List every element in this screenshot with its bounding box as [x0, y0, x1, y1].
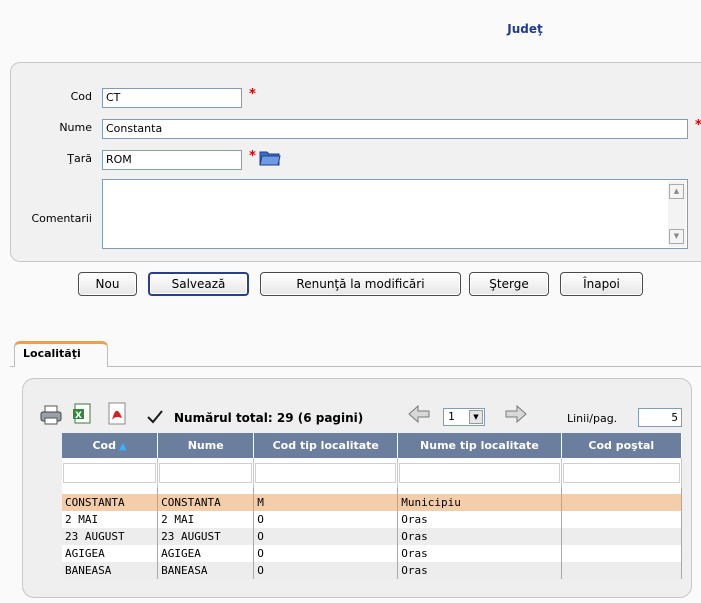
renunta-button[interactable]: Renunţă la modificări: [260, 272, 461, 296]
nume-label: Nume: [59, 121, 92, 134]
table-cell: BANEASA: [157, 562, 255, 579]
svg-text:X: X: [75, 411, 82, 421]
table-row[interactable]: BANEASA BANEASA O Oras: [62, 562, 683, 579]
lines-per-page-label: Linii/pag.: [567, 412, 618, 425]
table-cell: AGIGEA: [62, 545, 159, 562]
pdf-icon[interactable]: [107, 402, 127, 429]
column-header-cod-tip[interactable]: Cod tip localitate: [253, 433, 399, 458]
renunta-button-label: Renunţă la modificări: [296, 277, 425, 291]
nou-button-label: Nou: [95, 277, 120, 291]
table-cell: 2 MAI: [157, 511, 255, 528]
cod-required-mark: *: [249, 87, 256, 102]
tab-strip-line: [10, 366, 701, 367]
sterge-button-label: Şterge: [489, 277, 529, 291]
table-cell: 23 AUGUST: [62, 528, 159, 545]
tara-label: Ţară: [67, 152, 92, 165]
localitati-table: Cod ▲ Nume Cod tip localitate Nume tip lo…: [62, 433, 683, 579]
salveaza-button-label: Salvează: [171, 277, 226, 291]
scroll-down-icon[interactable]: ▼: [669, 229, 684, 244]
nume-field[interactable]: Constanta: [102, 119, 688, 139]
arrow-right-icon[interactable]: [505, 404, 527, 426]
table-cell: AGIGEA: [157, 545, 255, 562]
table-cell: [561, 494, 683, 511]
table-cell: CONSTANTA: [62, 494, 159, 511]
table-header-row: Cod ▲ Nume Cod tip localitate Nume tip lo…: [62, 433, 683, 458]
total-count: Numărul total: 29 (6 pagini): [174, 411, 364, 425]
cod-field[interactable]: CT: [102, 88, 242, 108]
table-cell: BANEASA: [62, 562, 159, 579]
table-cell: O: [253, 562, 399, 579]
column-header-nume-tip[interactable]: Nume tip localitate: [397, 433, 562, 458]
table-cell: CONSTANTA: [157, 494, 255, 511]
lines-per-page-input[interactable]: 5: [638, 408, 682, 427]
filter-cell[interactable]: [157, 458, 255, 488]
table-cell: M: [253, 494, 399, 511]
tab-localitati[interactable]: Localităţi: [14, 341, 108, 367]
filter-row: [62, 458, 683, 488]
inapoi-button[interactable]: Înapoi: [560, 272, 643, 296]
table-cell: O: [253, 545, 399, 562]
column-header-cod-postal[interactable]: Cod poştal: [561, 433, 683, 458]
table-cell: O: [253, 511, 399, 528]
chevron-down-icon[interactable]: ▼: [469, 410, 483, 424]
table-cell: Oras: [397, 562, 562, 579]
printer-icon[interactable]: [40, 405, 62, 428]
inapoi-button-label: Înapoi: [583, 277, 620, 291]
arrow-left-icon[interactable]: [408, 404, 430, 426]
table-cell: Oras: [397, 511, 562, 528]
tara-field[interactable]: ROM: [102, 150, 242, 170]
checkmark-icon[interactable]: [147, 410, 163, 427]
table-row[interactable]: CONSTANTA CONSTANTA M Municipiu: [62, 494, 683, 511]
table-cell: [561, 545, 683, 562]
page-select[interactable]: 1 ▼: [443, 408, 485, 426]
folder-icon[interactable]: [259, 148, 281, 169]
table-cell: [561, 528, 683, 545]
table-cell: Municipiu: [397, 494, 562, 511]
tara-required-mark: *: [249, 149, 256, 164]
table-row[interactable]: 2 MAI 2 MAI O Oras: [62, 511, 683, 528]
table-row[interactable]: 23 AUGUST 23 AUGUST O Oras: [62, 528, 683, 545]
sort-up-icon: ▲: [118, 441, 127, 452]
table-cell: [561, 511, 683, 528]
salveaza-button[interactable]: Salvează: [148, 272, 249, 296]
table-cell: 2 MAI: [62, 511, 159, 528]
nou-button[interactable]: Nou: [78, 272, 137, 296]
filter-cell[interactable]: [62, 458, 159, 488]
page-title: Judeţ: [507, 22, 543, 36]
sterge-button[interactable]: Şterge: [469, 272, 549, 296]
nume-required-mark: *: [695, 118, 701, 133]
comentarii-scrollbar[interactable]: ▲ ▼: [668, 181, 686, 247]
filter-cell[interactable]: [397, 458, 562, 488]
column-header-cod-label: Cod: [92, 439, 116, 452]
filter-cell[interactable]: [561, 458, 683, 488]
column-header-nume[interactable]: Nume: [157, 433, 255, 458]
table-cell: 23 AUGUST: [157, 528, 255, 545]
table-row[interactable]: AGIGEA AGIGEA O Oras: [62, 545, 683, 562]
column-header-cod[interactable]: Cod ▲: [62, 433, 159, 458]
table-cell: [561, 562, 683, 579]
comentarii-label: Comentarii: [31, 212, 92, 225]
filter-cell[interactable]: [253, 458, 399, 488]
excel-icon[interactable]: X: [72, 403, 92, 428]
table-cell: Oras: [397, 528, 562, 545]
comentarii-textarea[interactable]: ▲ ▼: [102, 179, 688, 249]
table-cell: O: [253, 528, 399, 545]
page-value: 1: [448, 410, 455, 423]
table-cell: Oras: [397, 545, 562, 562]
cod-label: Cod: [70, 90, 92, 103]
scroll-up-icon[interactable]: ▲: [669, 184, 684, 199]
